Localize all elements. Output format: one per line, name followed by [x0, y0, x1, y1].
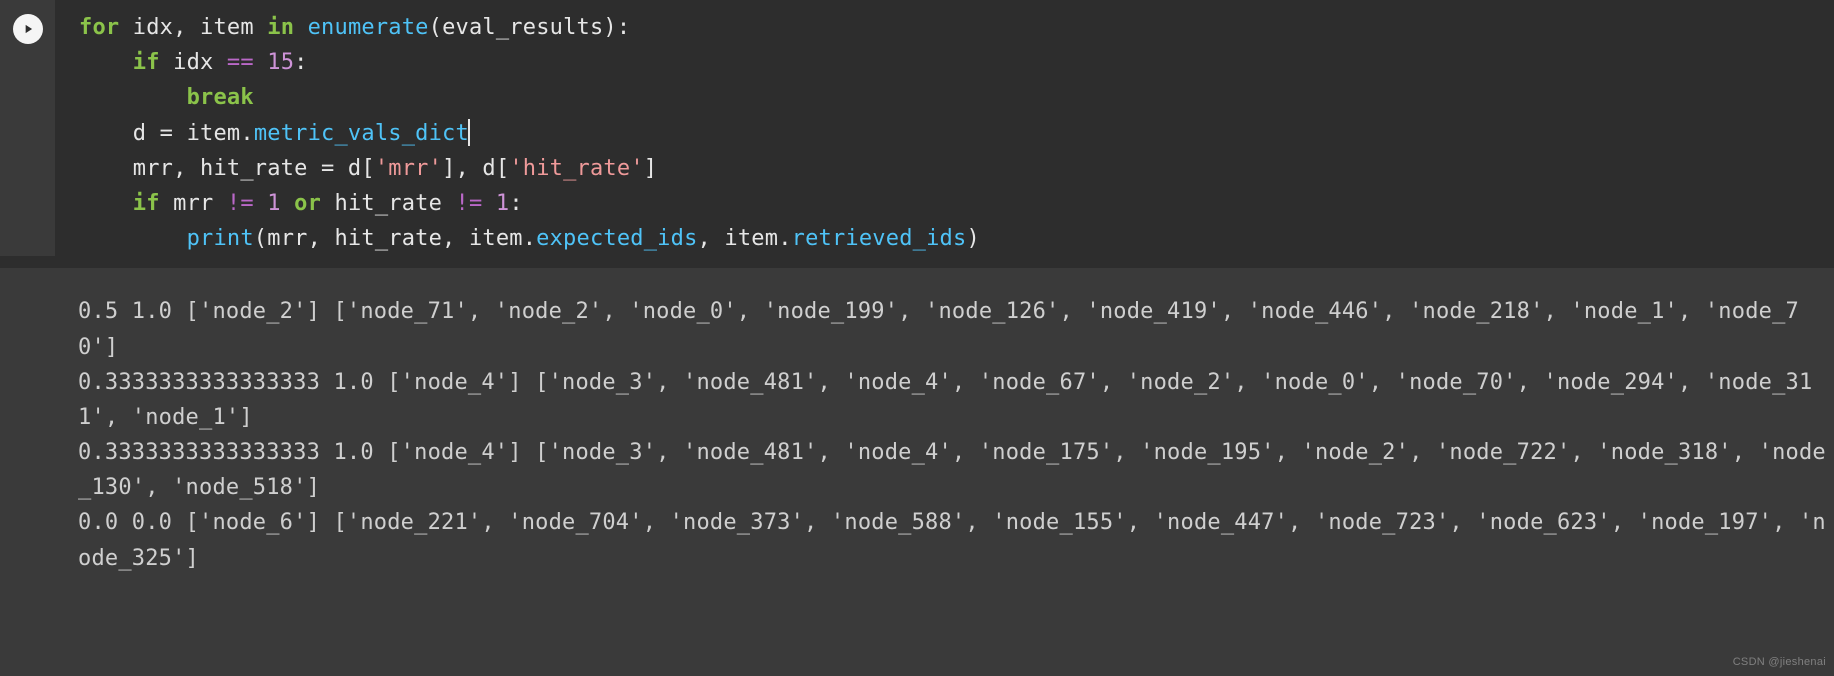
- identifier-mrr: mrr: [267, 226, 307, 251]
- text-cursor: [468, 119, 470, 145]
- output-line: 0.3333333333333333 1.0 ['node_4'] ['node…: [78, 370, 1812, 430]
- keyword-for: for: [79, 15, 119, 40]
- identifier-hit-rate: hit_rate: [334, 226, 442, 251]
- keyword-in: in: [267, 15, 294, 40]
- paren-close: ): [966, 226, 979, 251]
- dot: .: [778, 226, 791, 251]
- identifier-d: d: [482, 156, 495, 181]
- attr-retrieved-ids: retrieved_ids: [792, 226, 967, 251]
- comma: ,: [698, 226, 725, 251]
- dot: .: [523, 226, 536, 251]
- keyword-if: if: [133, 50, 160, 75]
- identifier-item: item: [724, 226, 778, 251]
- identifier-item: item: [469, 226, 523, 251]
- paren: (: [429, 15, 442, 40]
- identifier-idx: idx: [173, 50, 213, 75]
- string-mrr: 'mrr': [375, 156, 442, 181]
- builtin-print: print: [187, 226, 254, 251]
- builtin-enumerate: enumerate: [308, 15, 429, 40]
- keyword-break: break: [187, 85, 254, 110]
- notebook-cell: for idx, item in enumerate(eval_results)…: [0, 0, 1834, 676]
- bracket-close: ],: [442, 156, 482, 181]
- identifier-item: item: [187, 121, 241, 146]
- identifier-mrr: mrr: [173, 191, 213, 216]
- identifier-mrr: mrr: [133, 156, 173, 181]
- identifier-d: d: [133, 121, 146, 146]
- colon: :: [294, 50, 307, 75]
- keyword-if: if: [133, 191, 160, 216]
- identifier-eval-results: eval_results: [442, 15, 603, 40]
- colon: :: [509, 191, 522, 216]
- output-line: 0.0 0.0 ['node_6'] ['node_221', 'node_70…: [78, 510, 1826, 570]
- operator-neq: !=: [227, 191, 254, 216]
- identifier-hit-rate: hit_rate: [200, 156, 308, 181]
- output-line: 0.5 1.0 ['node_2'] ['node_71', 'node_2',…: [78, 299, 1799, 359]
- number-15: 15: [267, 50, 294, 75]
- dot: .: [240, 121, 253, 146]
- operator-neq: !=: [456, 191, 483, 216]
- run-button[interactable]: [13, 14, 43, 44]
- code-editor[interactable]: for idx, item in enumerate(eval_results)…: [55, 10, 1826, 256]
- comma: ,: [173, 156, 200, 181]
- comma: ,: [442, 226, 469, 251]
- attr-metric-vals-dict: metric_vals_dict: [254, 121, 469, 146]
- bracket: [: [361, 156, 374, 181]
- cell-output: 0.5 1.0 ['node_2'] ['node_71', 'node_2',…: [0, 268, 1834, 584]
- paren-close: ):: [603, 15, 630, 40]
- code-cell: for idx, item in enumerate(eval_results)…: [0, 0, 1834, 268]
- string-hit-rate: 'hit_rate': [509, 156, 643, 181]
- identifier-hit-rate: hit_rate: [335, 191, 443, 216]
- identifier-item: item: [200, 15, 254, 40]
- play-icon: [21, 22, 35, 36]
- identifier-d: d: [348, 156, 361, 181]
- output-line: 0.3333333333333333 1.0 ['node_4'] ['node…: [78, 440, 1826, 500]
- bracket-close: ]: [644, 156, 657, 181]
- operator-assign: =: [308, 156, 348, 181]
- operator-eq: ==: [227, 50, 254, 75]
- bracket: [: [496, 156, 509, 181]
- identifier-idx: idx: [133, 15, 173, 40]
- number-1: 1: [496, 191, 509, 216]
- paren: (: [254, 226, 267, 251]
- attr-expected-ids: expected_ids: [536, 226, 697, 251]
- comma: ,: [173, 15, 200, 40]
- comma: ,: [308, 226, 335, 251]
- watermark: CSDN @jieshenai: [1733, 654, 1826, 672]
- number-1: 1: [267, 191, 280, 216]
- cell-gutter: [0, 0, 55, 256]
- operator-assign: =: [146, 121, 186, 146]
- keyword-or: or: [294, 191, 321, 216]
